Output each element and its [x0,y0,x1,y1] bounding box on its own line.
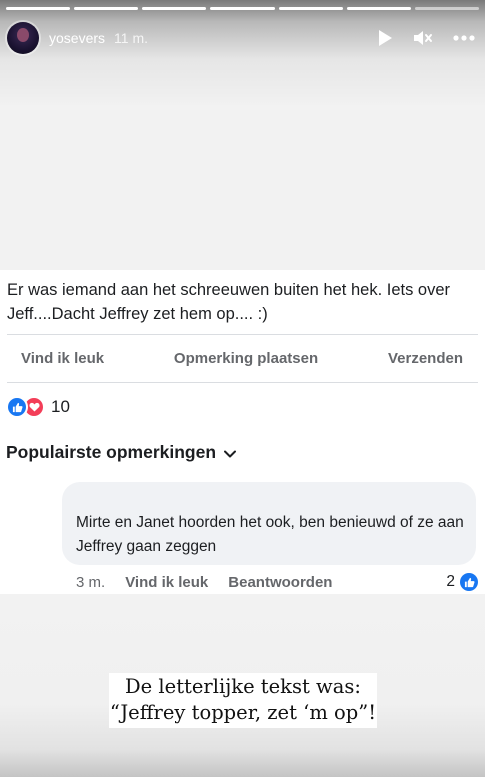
comment-likes[interactable]: 2 [446,573,478,591]
progress-segment [346,7,411,10]
like-reaction-icon [460,573,478,591]
reaction-count: 10 [51,397,70,416]
header-actions [377,29,475,47]
comment-meta: 3 m. Vind ik leuk Beantwoorden 2 [76,572,478,592]
divider [7,334,478,335]
play-icon[interactable] [377,29,393,47]
comment-text: Mirte en Janet hoorden het ook, ben beni… [76,514,464,555]
username[interactable]: yosevers [49,30,105,46]
like-reaction-icon [6,396,28,418]
mute-icon[interactable] [413,29,433,47]
like-button[interactable]: Vind ik leuk [21,350,104,367]
post-actions: Vind ik leuk Opmerking plaatsen Verzende… [0,336,485,380]
progress-segment [414,7,479,10]
comment-sort-dropdown[interactable]: Populairste opmerkingen [6,442,237,463]
story-time: 11 m. [114,30,149,46]
share-button[interactable]: Verzenden [388,350,463,367]
divider [7,382,478,383]
caption-line-1: De letterlijke tekst was: [125,675,361,698]
story-header: yosevers 11 m. [7,20,475,56]
progress-segment [278,7,343,10]
caption-line-2: “Jeffrey topper, zet ‘m op”! [109,701,377,724]
more-options-icon[interactable] [453,35,475,41]
comment-sort-label: Populairste opmerkingen [6,442,217,462]
progress-segment [6,7,71,10]
comment-like-count: 2 [446,573,455,590]
story-caption: De letterlijke tekst was: “Jeffrey toppe… [109,673,377,728]
facebook-post-card: Er was iemand aan het schreeuwen buiten … [0,270,485,594]
chevron-down-icon [224,442,237,463]
comment-like-button[interactable]: Vind ik leuk [125,574,208,591]
avatar[interactable] [7,22,39,54]
comment-bubble: Mirte en Janet hoorden het ook, ben beni… [62,482,476,565]
progress-segment [142,7,207,10]
post-text: Er was iemand aan het schreeuwen buiten … [7,281,451,323]
progress-segment [210,7,275,10]
progress-segment [74,7,139,10]
story-progress-bar [6,7,479,10]
comment-button[interactable]: Opmerking plaatsen [174,350,318,367]
comment-age: 3 m. [76,573,106,591]
reactions-summary[interactable]: 10 [6,396,70,418]
comment-reply-button[interactable]: Beantwoorden [228,574,332,591]
